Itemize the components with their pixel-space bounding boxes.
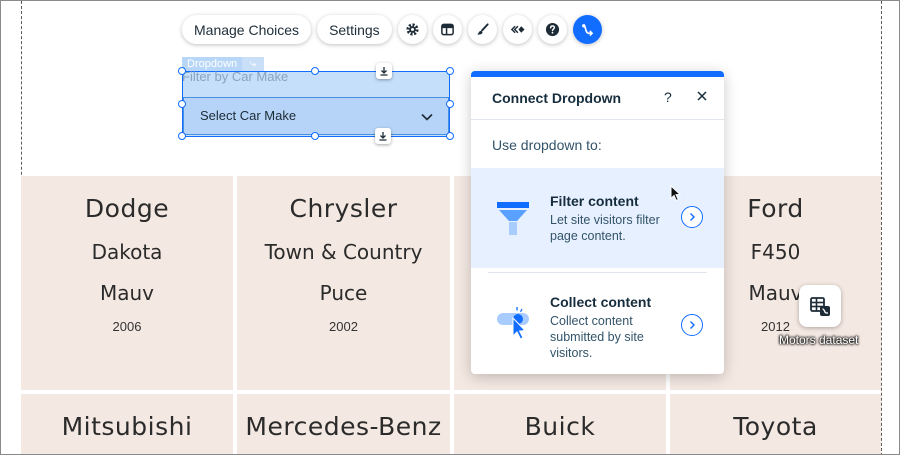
resize-handle-right[interactable] (446, 100, 454, 108)
car-make: Buick (524, 412, 596, 441)
car-year: 2006 (112, 319, 142, 334)
layout-icon[interactable] (432, 15, 462, 44)
settings-button[interactable]: Settings (317, 15, 392, 44)
funnel-icon (497, 202, 529, 235)
resize-handle-tr[interactable] (446, 67, 454, 75)
manage-choices-button[interactable]: Manage Choices (182, 15, 312, 44)
car-model: Town & Country (264, 240, 423, 264)
animation-icon[interactable] (502, 15, 532, 44)
mouse-cursor-icon (670, 185, 681, 202)
car-card-mitsubishi[interactable]: Mitsubishi (21, 394, 233, 454)
car-make: Dodge (84, 194, 170, 223)
toggle-cursor-icon (497, 307, 529, 340)
car-color: Puce (319, 281, 368, 305)
car-card-chrysler[interactable]: Chrysler Town & Country Puce 2002 (237, 176, 450, 390)
option-description: Collect content submitted by site visito… (550, 314, 644, 360)
resize-handle-bottom[interactable] (311, 132, 319, 140)
car-make: Toyota (733, 412, 818, 441)
select-car-make-dropdown[interactable]: Select Car Make (183, 97, 449, 135)
chevron-right-icon[interactable] (681, 206, 703, 228)
car-card-buick[interactable]: Buick (454, 394, 666, 454)
chevron-right-icon[interactable] (681, 314, 703, 336)
panel-title: Connect Dropdown (492, 90, 622, 106)
dataset-icon (810, 297, 830, 316)
car-year: 2002 (329, 319, 358, 334)
element-toolbar: Manage Choices Settings (182, 15, 602, 44)
car-model: Dakota (91, 240, 163, 264)
gear-icon[interactable] (397, 15, 427, 44)
panel-header: Connect Dropdown ? (471, 77, 724, 120)
brush-icon[interactable] (467, 15, 497, 44)
car-make: Chrysler (289, 194, 398, 223)
resize-handle-bl[interactable] (178, 132, 186, 140)
panel-help-button[interactable]: ? (664, 89, 672, 105)
dropdown-placeholder: Select Car Make (200, 108, 297, 123)
panel-subtitle: Use dropdown to: (492, 137, 602, 153)
stretch-down-icon[interactable] (375, 128, 391, 144)
help-icon[interactable] (537, 15, 567, 44)
motors-dataset-button[interactable] (799, 285, 841, 327)
chevron-down-icon (421, 113, 433, 121)
editor-canvas: Dodge Dakota Mauv 2006 Chrysler Town & C… (0, 0, 900, 455)
car-card-toyota[interactable]: Toyota (670, 394, 881, 454)
car-card-dodge[interactable]: Dodge Dakota Mauv 2006 (21, 176, 233, 390)
option-title: Collect content (550, 294, 652, 310)
car-make: Mercedes-Benz (245, 412, 442, 441)
resize-handle-tl[interactable] (178, 67, 186, 75)
connect-data-icon[interactable] (572, 15, 602, 44)
connect-dropdown-panel: Connect Dropdown ? Use dropdown to: Filt… (471, 71, 724, 374)
right-grid-guide (881, 1, 882, 454)
filter-content-option[interactable]: Filter content Let site visitors filter … (471, 168, 724, 268)
option-title: Filter content (550, 193, 639, 209)
resize-handle-top[interactable] (311, 67, 319, 75)
dropdown-label: Filter by Car Make (182, 69, 289, 84)
option-description: Let site visitors filter page content. (550, 213, 660, 243)
stretch-down-icon[interactable] (376, 63, 392, 79)
dataset-label: Motors dataset (779, 333, 859, 347)
close-icon[interactable] (695, 89, 709, 103)
car-make: Mitsubishi (61, 412, 193, 441)
resize-handle-br[interactable] (446, 132, 454, 140)
collect-content-option[interactable]: Collect content Collect content submitte… (471, 273, 724, 373)
resize-handle-left[interactable] (178, 100, 186, 108)
car-card-mercedes[interactable]: Mercedes-Benz (237, 394, 450, 454)
car-color: Mauv (99, 281, 155, 305)
